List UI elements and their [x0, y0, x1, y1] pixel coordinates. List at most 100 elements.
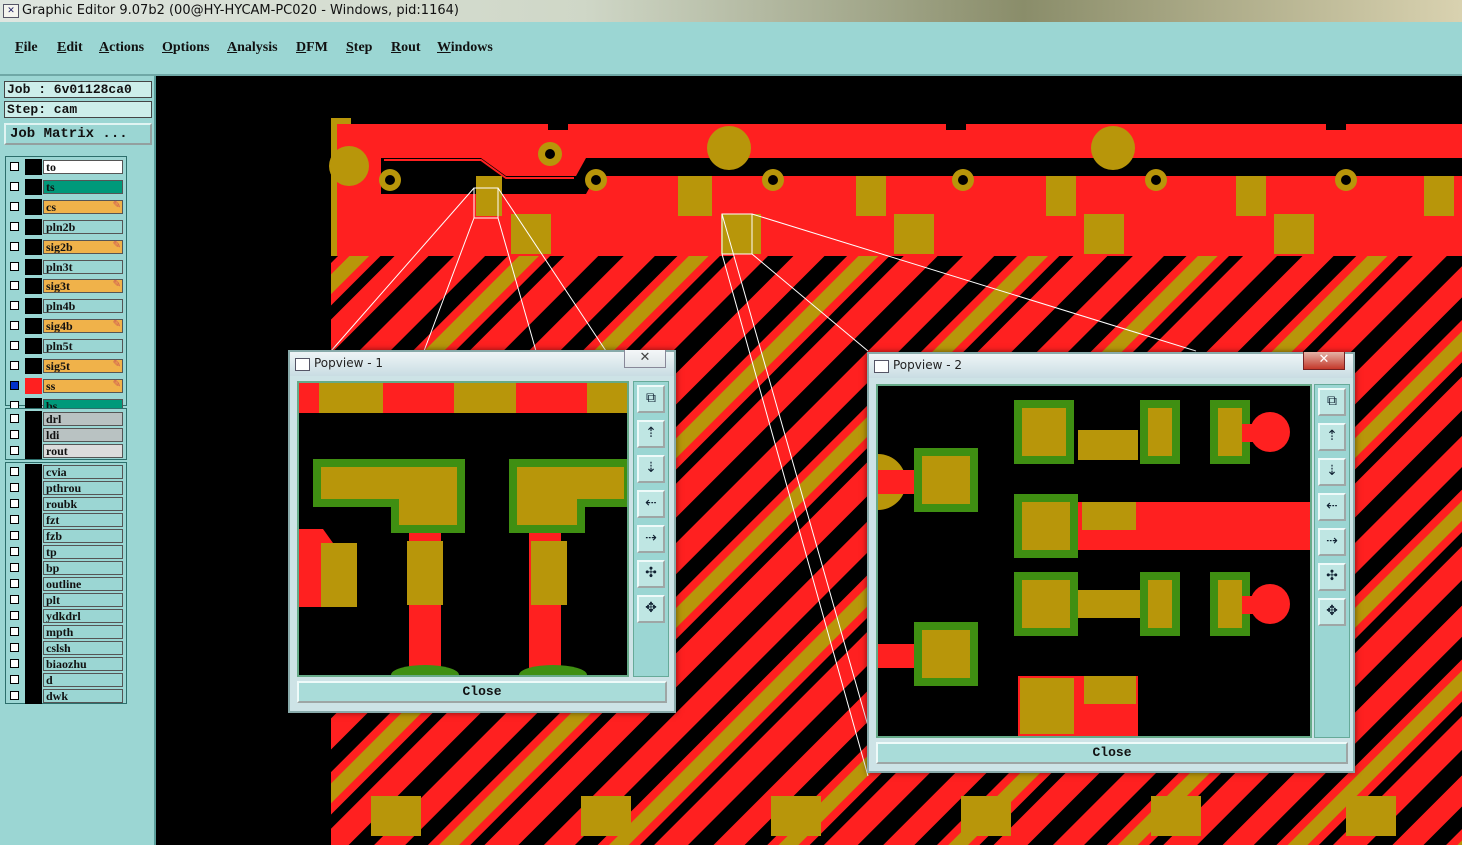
popview-1-titlebar[interactable]: Popview - 1 ✕: [290, 350, 674, 376]
layer-name[interactable]: pln4b: [43, 299, 123, 314]
layer-row-ss[interactable]: ss ✎: [6, 377, 126, 394]
layer-name[interactable]: ldi: [43, 428, 123, 442]
layer-name[interactable]: ts: [43, 179, 123, 194]
layer-checkbox[interactable]: [10, 261, 19, 271]
layer-checkbox[interactable]: [10, 301, 19, 311]
layer-color-swatch[interactable]: [25, 258, 42, 275]
layer-checkbox[interactable]: [10, 430, 19, 439]
menu-analysis[interactable]: Analysis: [227, 40, 278, 56]
layer-checkbox[interactable]: [10, 241, 19, 251]
layer-checkbox[interactable]: [10, 414, 19, 423]
layer-checkbox[interactable]: [10, 321, 19, 331]
zoom-extents-icon[interactable]: ✣: [1318, 563, 1346, 591]
layer-checkbox[interactable]: [10, 691, 19, 700]
layer-name[interactable]: pln5t: [43, 339, 123, 354]
job-matrix-button[interactable]: Job Matrix ...: [4, 123, 152, 145]
popview-2-close-button[interactable]: Close: [876, 742, 1348, 764]
layer-checkbox[interactable]: [10, 467, 19, 476]
layer-row-drl[interactable]: drl: [6, 411, 126, 427]
pan-left-icon[interactable]: ⇠: [1318, 493, 1346, 521]
layer-name[interactable]: drl: [43, 412, 123, 426]
layer-row-rout[interactable]: rout: [6, 443, 126, 459]
layer-name[interactable]: sig4b: [43, 319, 123, 334]
layer-name[interactable]: bp: [43, 561, 123, 575]
layer-checkbox[interactable]: [10, 563, 19, 572]
layer-color-swatch[interactable]: [25, 512, 42, 528]
layer-color-swatch[interactable]: [25, 298, 42, 315]
layer-checkbox[interactable]: [10, 547, 19, 556]
layer-color-swatch[interactable]: [25, 278, 42, 295]
layer-color-swatch[interactable]: [25, 238, 42, 255]
layer-row-tp[interactable]: tp: [6, 544, 126, 560]
layer-color-swatch[interactable]: [25, 528, 42, 544]
layer-color-swatch[interactable]: [25, 608, 42, 624]
menu-rout[interactable]: Rout: [391, 40, 421, 56]
layer-row-roubk[interactable]: roubk: [6, 496, 126, 512]
popview-1-close-button[interactable]: Close: [297, 681, 667, 703]
popview-2-titlebar[interactable]: Popview - 2 ✕: [869, 352, 1353, 378]
zoom-fit-icon[interactable]: ⧉: [1318, 388, 1346, 416]
layer-name[interactable]: roubk: [43, 497, 123, 511]
layer-name[interactable]: to: [43, 160, 123, 174]
layer-name[interactable]: dwk: [43, 689, 123, 703]
layer-checkbox[interactable]: [10, 181, 19, 191]
layer-checkbox[interactable]: [10, 659, 19, 668]
layer-checkbox[interactable]: [10, 643, 19, 652]
layer-row-fzt[interactable]: fzt: [6, 512, 126, 528]
layer-row-cslsh[interactable]: cslsh: [6, 640, 126, 656]
layer-row-pln5t[interactable]: pln5t: [6, 338, 126, 355]
layer-name[interactable]: ss: [43, 378, 123, 393]
layer-checkbox[interactable]: [10, 221, 19, 231]
layer-checkbox[interactable]: [10, 515, 19, 524]
layer-checkbox[interactable]: [10, 281, 19, 291]
layer-row-sig5t[interactable]: sig5t ✎: [6, 358, 126, 374]
menu-actions[interactable]: Actions: [99, 40, 144, 56]
zoom-home-icon[interactable]: ✥: [1318, 598, 1346, 626]
layer-color-swatch[interactable]: [25, 624, 42, 640]
layer-row-pln3t[interactable]: pln3t: [6, 258, 126, 275]
layer-row-biaozhu[interactable]: biaozhu: [6, 656, 126, 672]
layer-color-swatch[interactable]: [25, 178, 42, 195]
layer-color-swatch[interactable]: [25, 656, 42, 672]
layer-checkbox[interactable]: [10, 446, 19, 455]
layer-color-swatch[interactable]: [25, 427, 42, 443]
layer-name[interactable]: outline: [43, 577, 123, 591]
layer-checkbox[interactable]: [10, 361, 19, 370]
menu-step[interactable]: Step: [346, 40, 372, 56]
layer-color-swatch[interactable]: [25, 480, 42, 496]
layer-name[interactable]: cvia: [43, 465, 123, 479]
zoom-home-icon[interactable]: ✥: [637, 595, 665, 623]
layer-name[interactable]: sig5t: [43, 359, 123, 373]
menu-windows[interactable]: Windows: [437, 40, 493, 56]
layer-color-swatch[interactable]: [25, 464, 42, 480]
layer-name[interactable]: biaozhu: [43, 657, 123, 671]
layer-name[interactable]: pln2b: [43, 219, 123, 234]
layer-color-swatch[interactable]: [25, 592, 42, 608]
layer-row-plt[interactable]: plt: [6, 592, 126, 608]
layer-checkbox[interactable]: [10, 595, 19, 604]
layer-color-swatch[interactable]: [25, 576, 42, 592]
layer-row-sig2b[interactable]: sig2b ✎: [6, 238, 126, 255]
layer-row-ydkdrl[interactable]: ydkdrl: [6, 608, 126, 624]
menu-options[interactable]: Options: [162, 40, 209, 56]
layer-name[interactable]: cs: [43, 199, 123, 214]
layer-name[interactable]: sig3t: [43, 279, 123, 294]
layer-name[interactable]: tp: [43, 545, 123, 559]
layer-color-swatch[interactable]: [25, 443, 42, 459]
layer-name[interactable]: rout: [43, 444, 123, 458]
layer-color-swatch[interactable]: [25, 198, 42, 215]
layer-row-cvia[interactable]: cvia: [6, 464, 126, 480]
layer-name[interactable]: cslsh: [43, 641, 123, 655]
layer-row-sig3t[interactable]: sig3t ✎: [6, 278, 126, 295]
layer-color-swatch[interactable]: [25, 159, 42, 175]
layer-row-pln4b[interactable]: pln4b: [6, 298, 126, 315]
layer-color-swatch[interactable]: [25, 544, 42, 560]
layer-color-swatch[interactable]: [25, 688, 42, 704]
zoom-in-icon[interactable]: ⇡: [1318, 423, 1346, 451]
pan-left-icon[interactable]: ⇠: [637, 490, 665, 518]
layer-color-swatch[interactable]: [25, 218, 42, 235]
zoom-out-icon[interactable]: ⇣: [1318, 458, 1346, 486]
layer-name[interactable]: fzt: [43, 513, 123, 527]
layer-row-mpth[interactable]: mpth: [6, 624, 126, 640]
layer-row-outline[interactable]: outline: [6, 576, 126, 592]
